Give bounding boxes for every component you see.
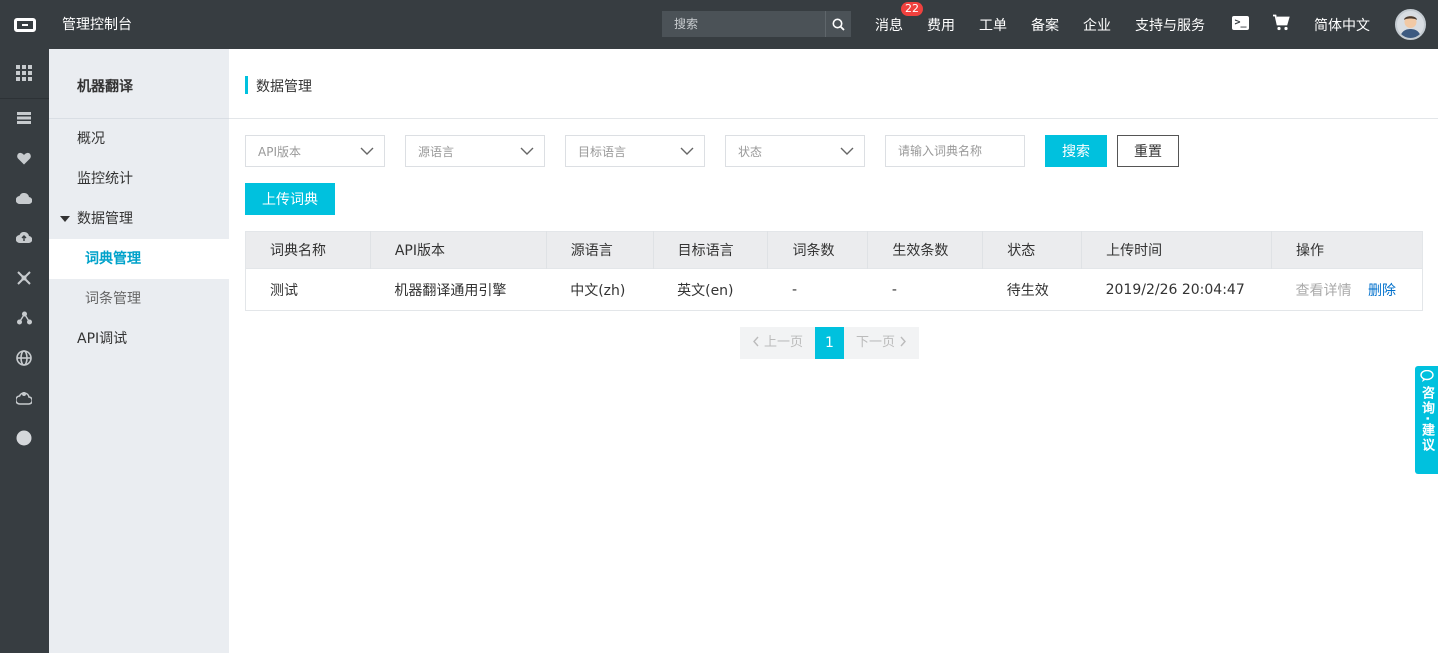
circle-icon[interactable]: [14, 428, 34, 448]
logo-icon: [13, 17, 36, 32]
dictionary-name-input[interactable]: [885, 135, 1025, 167]
feedback-tab[interactable]: 咨询·建议: [1415, 366, 1438, 474]
nav-icp[interactable]: 备案: [1031, 15, 1059, 35]
delete-link[interactable]: 删除: [1368, 283, 1396, 299]
title-accent-bar: [245, 76, 248, 94]
console-logo[interactable]: [0, 0, 49, 49]
column-header: 上传时间: [1081, 231, 1273, 269]
table-row: 测试 机器翻译通用引擎 中文(zh) 英文(en) - - 待生效 2019/2…: [245, 268, 1423, 311]
top-nav: 消息 22 费用 工单 备案 企业 支持与服务: [875, 0, 1229, 49]
chevron-right-icon: [900, 336, 906, 347]
sidebar-item-api-debug[interactable]: API调试: [49, 319, 229, 359]
language-switch[interactable]: 简体中文: [1314, 15, 1370, 35]
caret-down-icon: [60, 216, 70, 222]
column-header: 生效条数: [867, 231, 984, 269]
cloud-upload-icon[interactable]: [14, 228, 34, 248]
chevron-down-icon: [360, 147, 374, 155]
product-sidebar: 机器翻译 概况 监控统计 数据管理 词典管理 词条管理 API调试: [49, 49, 229, 653]
cell-effective-count: -: [867, 268, 983, 311]
rail-divider: [0, 98, 49, 99]
column-header: 状态: [982, 231, 1083, 269]
status-select[interactable]: 状态: [725, 135, 865, 167]
pagination: 上一页 1 下一页: [740, 327, 920, 359]
search-icon: [832, 18, 845, 31]
console-title[interactable]: 管理控制台: [62, 14, 132, 34]
column-header: 词条数: [767, 231, 869, 269]
chevron-down-icon: [840, 147, 854, 155]
cell-api-version: 机器翻译通用引擎: [370, 268, 547, 311]
gear-cloud-icon[interactable]: [14, 388, 34, 408]
network-icon[interactable]: [14, 308, 34, 328]
view-details-link[interactable]: 查看详情: [1296, 283, 1352, 299]
column-header: 目标语言: [653, 231, 769, 269]
sidebar-item-overview[interactable]: 概况: [49, 119, 229, 159]
api-version-select-value: API版本: [258, 144, 301, 159]
reset-button[interactable]: 重置: [1117, 135, 1179, 167]
global-search: [662, 11, 851, 37]
cell-name: 测试: [245, 268, 371, 311]
next-page-label: 下一页: [856, 335, 896, 350]
target-language-select[interactable]: 目标语言: [565, 135, 705, 167]
page-number-current[interactable]: 1: [815, 327, 845, 359]
cloud-icon[interactable]: [14, 188, 34, 208]
globe-icon[interactable]: [14, 348, 34, 368]
cart-icon[interactable]: [1272, 14, 1290, 35]
upload-dictionary-button[interactable]: 上传词典: [245, 183, 335, 215]
sidebar-title: 机器翻译: [77, 79, 133, 95]
nav-tickets[interactable]: 工单: [979, 15, 1007, 35]
nav-messages[interactable]: 消息 22: [875, 1, 923, 35]
search-button[interactable]: [825, 11, 851, 37]
sidebar-item-dictionary-management[interactable]: 词典管理: [49, 239, 229, 279]
sidebar-item-data-management[interactable]: 数据管理: [49, 199, 229, 239]
column-header: 词典名称: [245, 231, 371, 269]
top-bar: 管理控制台 消息22 费用 工单 备案 企业 支持与服务 >_ 简体中文: [0, 0, 1438, 49]
api-version-select[interactable]: API版本: [245, 135, 385, 167]
product-rail: [0, 49, 49, 653]
chevron-down-icon: [680, 147, 694, 155]
status-select-value: 状态: [738, 144, 763, 159]
nav-support[interactable]: 支持与服务: [1135, 15, 1205, 35]
main-content: 数据管理 API版本 源语言 目标语言 状态 搜索 重置 上传词典 词典名称 A…: [229, 49, 1438, 653]
dictionary-table: 词典名称 API版本 源语言 目标语言 词条数 生效条数 状态 上传时间 操作 …: [245, 231, 1423, 311]
nav-billing[interactable]: 费用: [927, 15, 955, 35]
nav-messages-label: 消息: [875, 17, 903, 34]
cell-source-language: 中文(zh): [546, 268, 654, 311]
source-language-select-value: 源语言: [418, 144, 455, 159]
sidebar-item-entry-management[interactable]: 词条管理: [49, 279, 229, 319]
column-header: API版本: [370, 231, 547, 269]
cell-entry-count: -: [767, 268, 868, 311]
sidebar-item-monitoring[interactable]: 监控统计: [49, 159, 229, 199]
terminal-icon[interactable]: >_: [1232, 16, 1249, 30]
avatar[interactable]: [1395, 9, 1426, 40]
prev-page-button[interactable]: 上一页: [740, 327, 816, 359]
global-search-input[interactable]: [662, 11, 825, 37]
page-title: 数据管理: [256, 79, 312, 95]
source-language-select[interactable]: 源语言: [405, 135, 545, 167]
heart-icon[interactable]: [14, 148, 34, 168]
search-button[interactable]: 搜索: [1045, 135, 1107, 167]
chevron-left-icon: [753, 336, 759, 347]
cell-status: 待生效: [982, 268, 1082, 311]
cell-upload-time: 2019/2/26 20:04:47: [1081, 268, 1272, 311]
target-language-select-value: 目标语言: [578, 144, 627, 159]
grid-icon[interactable]: [14, 63, 34, 83]
message-count-badge: 22: [901, 1, 923, 16]
prev-page-label: 上一页: [764, 335, 804, 350]
nav-enterprise[interactable]: 企业: [1083, 15, 1111, 35]
list-icon[interactable]: [14, 108, 34, 128]
sidebar-item-data-management-label: 数据管理: [77, 211, 133, 227]
column-header: 源语言: [546, 231, 654, 269]
cell-actions: 查看详情 删除: [1271, 268, 1423, 311]
next-page-button[interactable]: 下一页: [844, 327, 920, 359]
page-header: 数据管理: [229, 49, 1438, 119]
user-avatar-icon: [1400, 16, 1421, 38]
table-header-row: 词典名称 API版本 源语言 目标语言 词条数 生效条数 状态 上传时间 操作: [245, 231, 1423, 269]
shuffle-icon[interactable]: [14, 268, 34, 288]
feedback-icon: [1419, 370, 1434, 382]
feedback-label: 咨询·建议: [1419, 386, 1434, 453]
chevron-down-icon: [520, 147, 534, 155]
column-header: 操作: [1271, 231, 1423, 269]
cell-target-language: 英文(en): [653, 268, 768, 311]
